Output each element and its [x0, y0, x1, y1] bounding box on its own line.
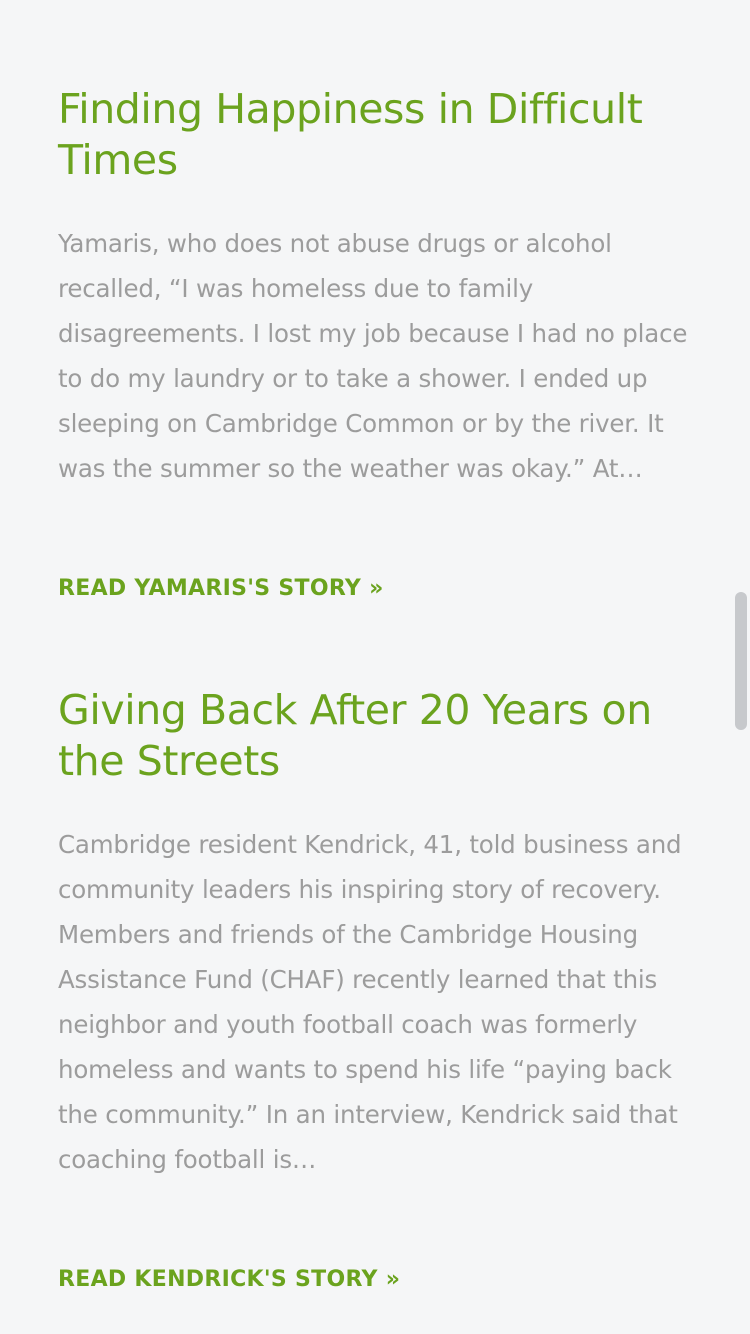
story-title[interactable]: Giving Back After 20 Years on the Street… — [58, 685, 698, 787]
read-yamaris-story-link[interactable]: READ YAMARIS'S STORY » — [58, 576, 384, 601]
scrollbar-thumb[interactable] — [735, 592, 747, 730]
story-title[interactable]: Finding Happiness in Difficult Times — [58, 84, 698, 186]
story-card-yamaris: Finding Happiness in Difficult Times Yam… — [58, 84, 698, 601]
story-card-kendrick: Giving Back After 20 Years on the Street… — [58, 685, 698, 1292]
story-excerpt: Cambridge resident Kendrick, 41, told bu… — [58, 830, 682, 1174]
read-kendrick-story-link[interactable]: READ KENDRICK'S STORY » — [58, 1267, 400, 1292]
story-excerpt: Yamaris, who does not abuse drugs or alc… — [58, 229, 688, 483]
stories-page: Finding Happiness in Difficult Times Yam… — [0, 0, 750, 1334]
